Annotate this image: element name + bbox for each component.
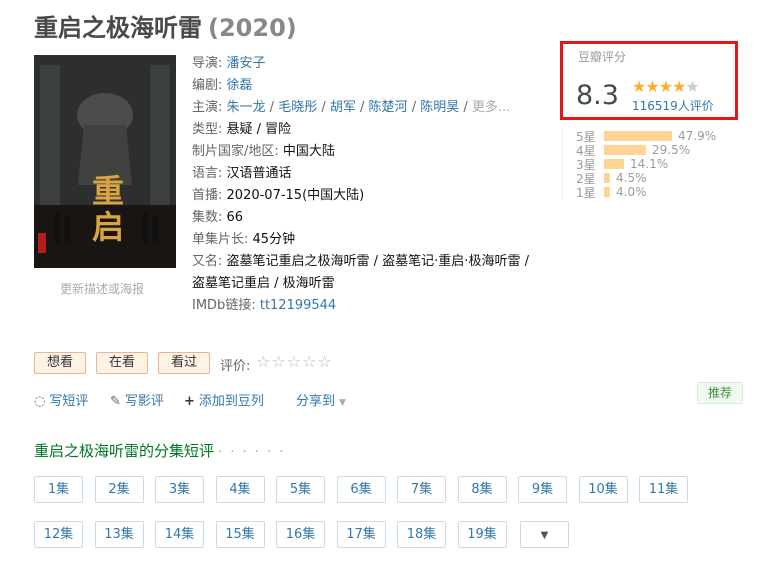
share-dropdown[interactable]: 分享到 ▼ [296,390,346,409]
page-title: 重启之极海听雷 (2020) [34,8,297,43]
writer-link[interactable]: 徐磊 [227,78,253,93]
title-year: (2020) [208,14,297,42]
episode-button[interactable]: 1集 [34,476,83,503]
episodes-value: 66 [226,210,244,225]
recommend-button[interactable]: 推荐 [697,382,743,404]
country-value: 中国大陆 [282,144,335,159]
rating-votes-link[interactable]: 116519人评价 [632,97,714,114]
dist-row: 1星 4.0% [576,185,647,200]
star-empty-icon: ★ [685,77,699,96]
star-filled-icon: ★ [658,77,673,96]
runtime-value: 45分钟 [252,232,296,247]
episode-button[interactable]: 5集 [276,476,325,503]
episode-button[interactable]: 4集 [215,476,265,503]
pencil-icon: ✎ [110,394,121,409]
rate-stars-input[interactable]: ☆☆☆☆☆ [256,352,333,371]
imdb-link[interactable]: tt12199544 [260,298,336,313]
episode-button[interactable]: 2集 [94,476,144,503]
aka-value-1: 盗墓笔记重启之极海听雷 / 盗墓笔记·重启·极海听雷 / [226,254,529,269]
episode-button[interactable]: 12集 [34,521,83,548]
star-filled-icon: ★ [632,77,646,96]
rating-score: 8.3 [576,80,619,111]
caret-down-icon: ▼ [540,530,549,541]
add-to-doulist-link[interactable]: + 添加到豆列 [184,390,264,409]
rating-distribution: 5星 47.9% 4星 29.5% 3星 14.1% 2星 4.5% 1星 4.0% [576,129,716,200]
want-to-watch-button[interactable]: 想看 [34,352,86,374]
cast-link-5[interactable]: 陈明昊 [420,100,459,115]
star-filled-icon: ★ [645,77,659,96]
episode-button[interactable]: 18集 [397,521,446,548]
cast-more-link[interactable]: 更多... [472,100,510,115]
episode-button[interactable]: 6集 [336,476,386,503]
more-episodes-dropdown[interactable]: ▼ [520,521,569,548]
dist-bar [604,145,646,155]
star-filled-icon: ★ [672,77,686,96]
watched-button[interactable]: 看过 [158,352,210,374]
cast-link-1[interactable]: 朱一龙 [227,100,266,115]
dist-bar [604,131,672,141]
episode-button[interactable]: 8集 [457,476,507,503]
comment-icon: ◌ [34,394,46,409]
dist-bar [604,159,624,169]
divider [562,128,563,200]
episode-button[interactable]: 19集 [457,521,507,548]
episode-button[interactable]: 3集 [155,476,204,503]
episode-button[interactable]: 15集 [215,521,265,548]
rating-stars-icon: ★★★★★ [632,77,700,96]
episode-button[interactable]: 7集 [397,476,446,503]
genre-value: 悬疑 / 冒险 [226,122,292,137]
episode-button[interactable]: 17集 [336,521,386,548]
dist-bar [604,173,610,183]
episode-button[interactable]: 10集 [578,476,628,503]
watching-button[interactable]: 在看 [96,352,148,374]
episodes-section-title: 重启之极海听雷的分集短评 · · · · · · [34,442,286,460]
write-review-link[interactable]: ✎ 写影评 [110,390,164,409]
dist-bar [604,187,610,197]
cast-link-4[interactable]: 陈楚河 [369,100,408,115]
subject-info: 导演: 潘安子 编剧: 徐磊 主演: 朱一龙 / 毛晓彤 / 胡军 / 陈楚河 … [192,56,529,313]
rate-label: 评价: [220,359,251,374]
episode-button[interactable]: 13集 [94,521,144,548]
caret-down-icon: ▼ [339,398,346,408]
episode-button[interactable]: 14集 [155,521,204,548]
update-poster-link[interactable]: 更新描述或海报 [60,280,144,297]
poster-big-text: 重启 [91,172,124,246]
episode-button[interactable]: 16集 [276,521,325,548]
director-link[interactable]: 潘安子 [227,56,266,71]
episode-button[interactable]: 11集 [639,476,688,503]
language-value: 汉语普通话 [226,166,292,181]
write-short-review-link[interactable]: ◌ 写短评 [34,390,88,409]
episode-button[interactable]: 9集 [518,476,567,503]
plus-icon: + [184,394,195,409]
premiere-value: 2020-07-15(中国大陆) [226,188,365,203]
cast-link-3[interactable]: 胡军 [330,100,356,115]
title-name: 重启之极海听雷 [34,14,202,42]
aka-value-2: 盗墓笔记重启 / 极海听雷 [192,276,335,291]
cast-link-2[interactable]: 毛晓彤 [278,100,317,115]
poster-image[interactable]: 重启 [34,55,176,268]
